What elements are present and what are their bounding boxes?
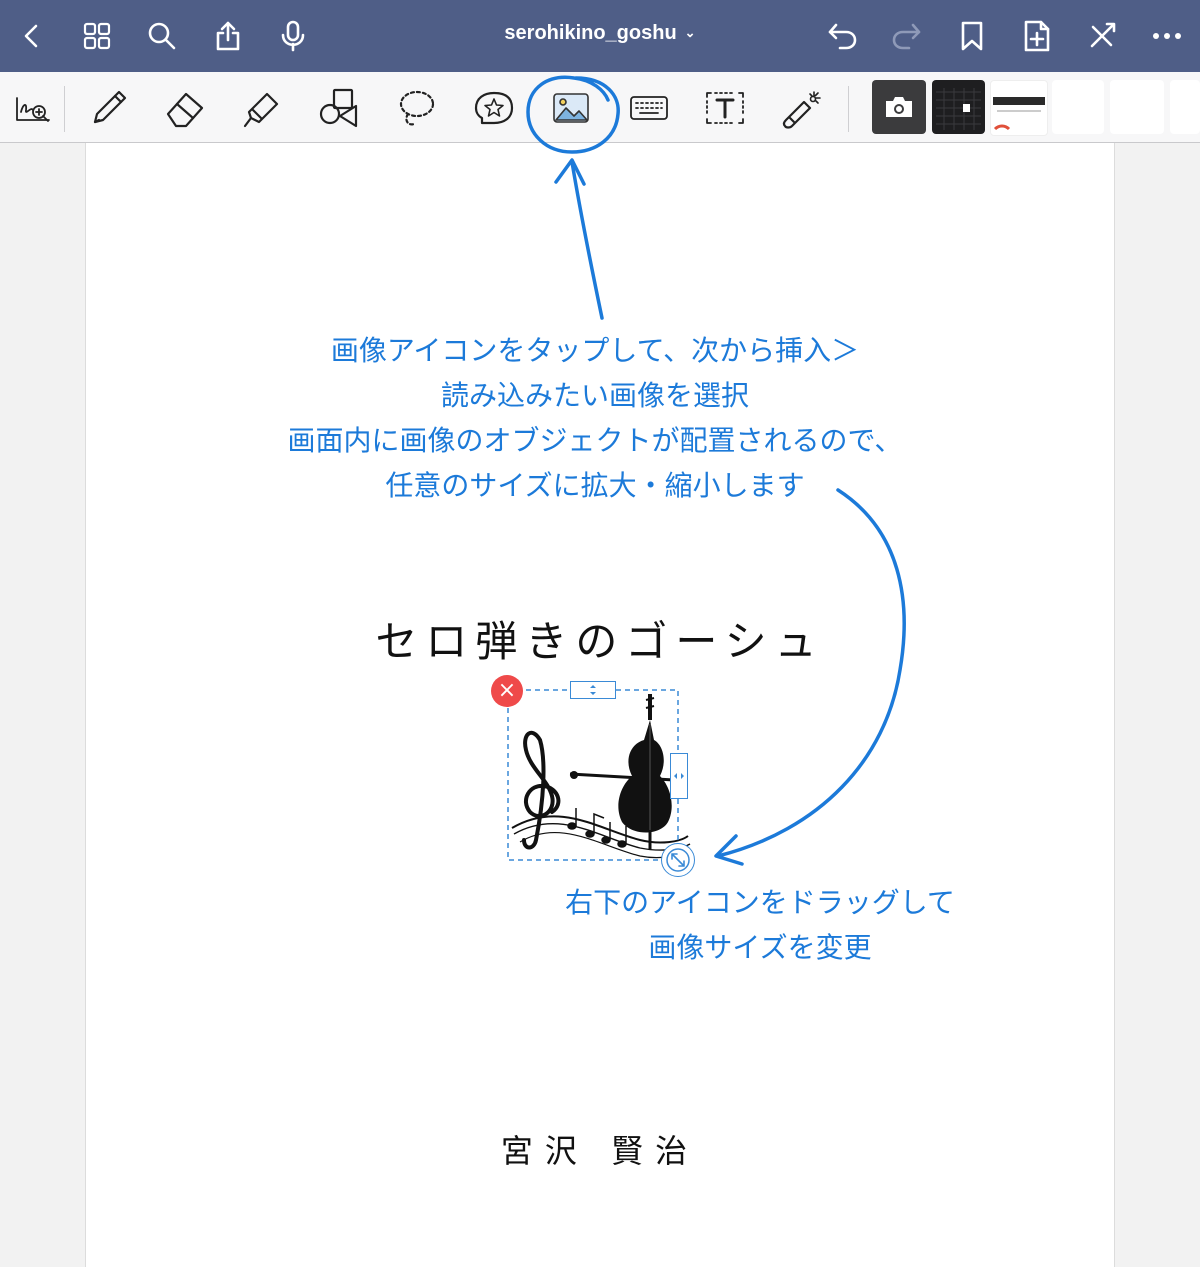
notebook-page[interactable] bbox=[85, 143, 1115, 1267]
microphone-icon[interactable] bbox=[271, 14, 315, 58]
laser-pointer-icon[interactable] bbox=[777, 84, 827, 132]
recent-image-thumbnail[interactable] bbox=[990, 80, 1048, 136]
annotation-line: 画像アイコンをタップして、次から挿入＞ bbox=[330, 334, 860, 367]
text-box-icon[interactable] bbox=[700, 84, 750, 132]
camera-button[interactable] bbox=[872, 80, 926, 134]
zoom-window-icon[interactable] bbox=[8, 84, 58, 132]
annotation-line: 画面内に画像のオブジェクトが配置されるので、 bbox=[287, 424, 903, 457]
annotation-line: 画像サイズを変更 bbox=[648, 931, 872, 964]
recent-image-thumbnail[interactable] bbox=[932, 80, 985, 134]
undo-icon[interactable] bbox=[820, 14, 864, 58]
delete-image-button[interactable]: × bbox=[491, 675, 523, 707]
back-icon[interactable] bbox=[10, 14, 54, 58]
vertical-resize-icon bbox=[590, 685, 596, 695]
eraser-icon[interactable] bbox=[160, 84, 210, 132]
close-icon: × bbox=[497, 678, 517, 703]
recent-image-thumbnail[interactable] bbox=[1052, 80, 1104, 134]
grid-icon[interactable] bbox=[75, 14, 119, 58]
keyboard-icon[interactable] bbox=[624, 84, 674, 132]
corner-resize-handle[interactable] bbox=[661, 843, 695, 877]
document-title[interactable]: serohikino_goshu ⌄ bbox=[470, 22, 730, 45]
annotation-line: 読み込みたい画像を選択 bbox=[440, 379, 749, 412]
chevron-down-icon: ⌄ bbox=[684, 25, 696, 40]
book-title: セロ弾きのゴーシュ bbox=[375, 617, 825, 666]
top-resize-handle[interactable] bbox=[570, 681, 616, 699]
thumbnail-preview bbox=[993, 97, 1045, 131]
highlighter-icon[interactable] bbox=[237, 84, 287, 132]
lasso-icon[interactable] bbox=[392, 84, 442, 132]
close-tools-icon[interactable] bbox=[1080, 14, 1124, 58]
right-resize-handle[interactable] bbox=[670, 753, 688, 799]
drawing-toolbar bbox=[0, 72, 1200, 143]
sticker-icon[interactable] bbox=[469, 84, 519, 132]
more-icon[interactable] bbox=[1145, 14, 1189, 58]
image-icon[interactable] bbox=[546, 84, 596, 132]
share-icon[interactable] bbox=[206, 14, 250, 58]
add-page-icon[interactable] bbox=[1015, 14, 1059, 58]
bookmark-icon[interactable] bbox=[950, 14, 994, 58]
thumbnail-preview bbox=[936, 88, 981, 130]
instruction-annotation-top: 画像アイコンをタップして、次から挿入＞ 読み込みたい画像を選択 画面内に画像のオ… bbox=[0, 328, 1190, 508]
recent-image-thumbnail[interactable] bbox=[1110, 80, 1164, 134]
diagonal-resize-icon bbox=[666, 848, 690, 872]
annotation-line: 右下のアイコンをドラッグして bbox=[565, 886, 955, 919]
author-name: 宮沢 賢治 bbox=[500, 1132, 700, 1170]
search-icon[interactable] bbox=[140, 14, 184, 58]
instruction-annotation-bottom: 右下のアイコンをドラッグして 画像サイズを変更 bbox=[510, 880, 1010, 970]
horizontal-resize-icon bbox=[674, 773, 684, 779]
camera-icon bbox=[886, 97, 912, 117]
toolbar-divider bbox=[64, 86, 65, 132]
document-title-text: serohikino_goshu bbox=[504, 22, 677, 44]
shapes-icon[interactable] bbox=[314, 84, 364, 132]
recent-image-thumbnail[interactable] bbox=[1170, 80, 1200, 134]
top-navigation-bar: serohikino_goshu ⌄ bbox=[0, 0, 1200, 72]
pen-icon[interactable] bbox=[84, 84, 134, 132]
annotation-line: 任意のサイズに拡大・縮小します bbox=[385, 469, 805, 502]
redo-icon bbox=[885, 14, 929, 58]
toolbar-divider bbox=[848, 86, 849, 132]
